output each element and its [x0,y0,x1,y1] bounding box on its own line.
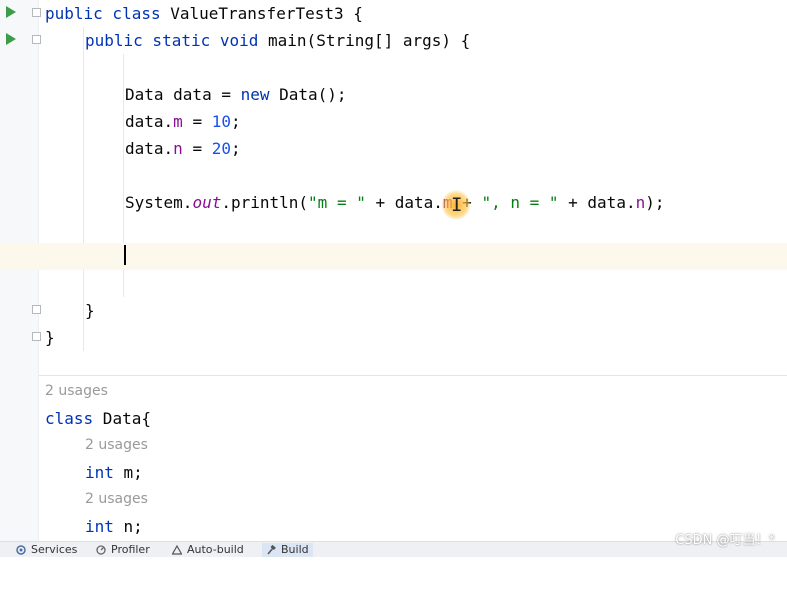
usages-hint[interactable]: 2 usages [85,434,148,456]
editor-gutter [0,0,38,541]
autobuild-label: Auto-build [187,543,244,556]
code-text: ); [645,193,665,212]
code-text: data. [125,112,174,131]
class-name: Data{ [93,409,151,428]
bottom-toolbar: Services Profiler Auto-build Build [0,541,787,557]
class-separator [39,375,787,376]
code-text: ; [230,139,241,158]
static-field-ref: out [192,193,222,212]
string-literal: "m = " [308,193,366,212]
usages-hint[interactable]: 2 usages [45,380,108,402]
autobuild-tab[interactable]: Auto-build [172,543,244,557]
hammer-icon [267,545,276,555]
text-caret [124,245,126,265]
run-class-icon[interactable] [6,6,16,18]
ibeam-cursor-icon: I [451,194,463,216]
keyword: int [85,517,114,536]
code-text: = [182,112,212,131]
closing-brace: } [45,328,55,347]
keyword: new [240,85,270,104]
code-text: = [182,139,212,158]
field-ref: m [173,112,183,131]
code-text: Data data = [125,85,241,104]
build-tab[interactable]: Build [262,543,313,557]
code-text: ; [230,112,241,131]
profiler-tab[interactable]: Profiler [96,543,150,557]
build-label: Build [281,543,309,556]
class-name: ValueTransferTest3 { [160,4,363,23]
code-editor[interactable]: public class ValueTransferTest3 { public… [0,0,787,541]
code-line-12[interactable]: } [39,297,787,324]
string-literal: ", n = " [481,193,559,212]
code-text: System. [125,193,193,212]
code-line-1[interactable]: public class ValueTransferTest3 { [39,0,787,27]
code-text: Data(); [269,85,347,104]
method-signature: main(String[] args) { [258,31,471,50]
code-text: + data. [558,193,636,212]
field-decl: n; [113,517,143,536]
field-ref: n [173,139,183,158]
services-tab[interactable]: Services [16,543,77,557]
profiler-icon [96,545,106,555]
code-line-2[interactable]: public static void main(String[] args) { [39,27,787,54]
field-decl: m; [113,463,143,482]
services-icon [16,545,26,555]
run-main-icon[interactable] [6,33,16,45]
code-line-class-data[interactable]: class Data{ [39,405,787,432]
usages-hint[interactable]: 2 usages [85,488,148,510]
number-literal: 20 [211,139,231,158]
keyword: public static void [85,31,259,50]
services-label: Services [31,543,78,556]
code-line-8[interactable]: System.out.println("m = " + data.m + ", … [39,189,787,216]
closing-brace: } [85,301,95,320]
keyword: class [45,409,94,428]
current-line-highlight[interactable] [0,243,787,270]
code-line-field-m[interactable]: int m; [39,459,787,486]
number-literal: 10 [211,112,231,131]
code-text: data. [125,139,174,158]
code-line-13[interactable]: } [39,324,787,351]
watermark: CSDN @叮当！* [675,533,775,548]
keyword: public class [45,4,161,23]
code-line-6[interactable]: data.n = 20; [39,135,787,162]
profiler-label: Profiler [111,543,150,556]
code-text: + data. [365,193,443,212]
keyword: int [85,463,114,482]
field-ref: n [635,193,646,212]
code-line-5[interactable]: data.m = 10; [39,108,787,135]
warning-icon [172,545,182,555]
code-line-4[interactable]: Data data = new Data(); [39,81,787,108]
code-text: .println( [221,193,309,212]
